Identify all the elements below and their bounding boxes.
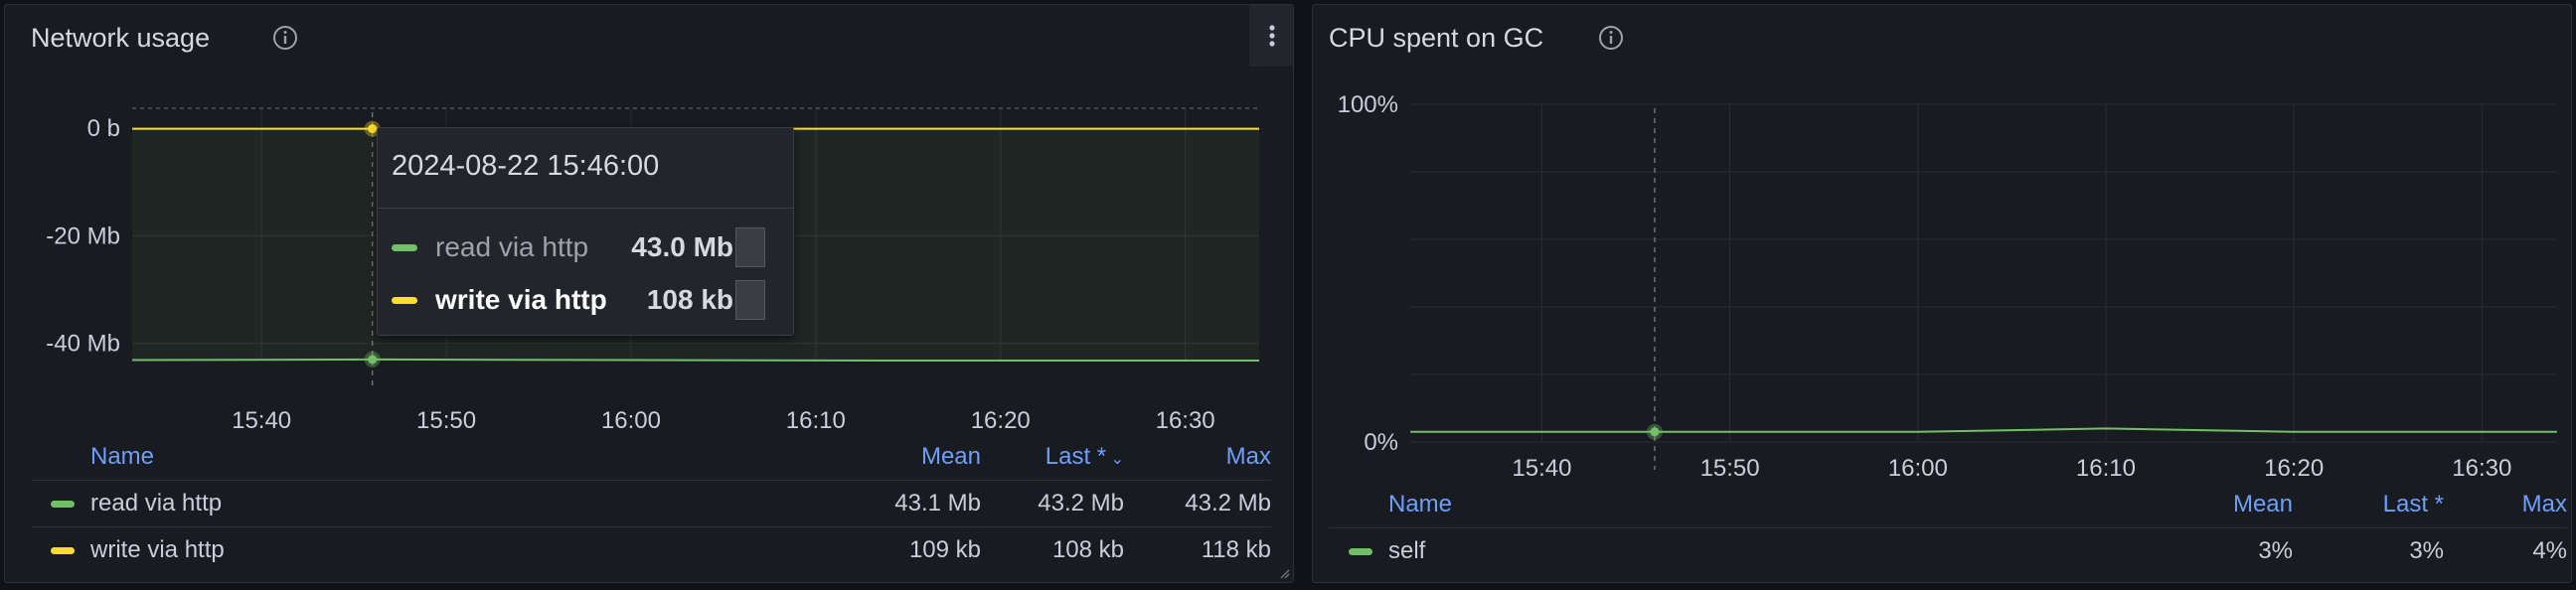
tooltip-row-read: read via http 43.0 Mb [392,225,779,269]
legend-header-last[interactable]: Last * ⌄ [1046,434,1124,483]
tooltip-time: 2024-08-22 15:46:00 [392,150,660,182]
legend-header-name[interactable]: Name [1388,482,1452,527]
legend-mean-value: 109 kb [908,536,981,563]
x-tick-label: 16:00 [1888,455,1948,482]
legend-mean-value: 3% [2258,537,2293,564]
series-swatch [392,244,417,251]
legend-series-name: write via http [90,536,225,563]
legend-last-value: 3% [2409,537,2444,564]
series-swatch [392,297,417,304]
tooltip-series-value: 43.0 Mb [631,231,733,262]
x-tick-label: 16:30 [1156,407,1215,434]
legend-last-value: 43.2 Mb [1038,490,1124,516]
x-tick-label: 15:40 [1512,455,1571,482]
legend-header-max[interactable]: Max [1226,434,1271,480]
series-line [131,358,1259,362]
x-tick-label: 16:10 [786,407,846,434]
y-tick-label: -20 Mb [46,222,120,249]
y-tick-label: -40 Mb [46,331,120,358]
tooltip-series-name: write via http [435,284,607,315]
legend-header-last-label: Last * [1045,443,1107,470]
legend-table: Name Mean Last * Max self 3% 3% 4% [1329,482,2567,575]
legend-header-mean[interactable]: Mean [2233,482,2293,527]
legend-header-name[interactable]: Name [90,434,154,480]
network-usage-panel: Network usage 0 b -20 Mb -40 Mb 15:40 15:50 1… [4,4,1294,583]
y-tick-label: 0% [1364,429,1398,456]
legend-header-mean[interactable]: Mean [921,434,981,480]
tooltip-value-box [735,227,765,267]
legend-max-value: 43.2 Mb [1185,490,1271,516]
legend-max-value: 118 kb [1201,536,1271,563]
legend-last-value: 108 kb [1051,536,1124,563]
legend-row[interactable]: self 3% 3% 4% [1329,527,2567,574]
y-tick-label: 0 b [87,115,120,142]
series-line [1410,427,2557,433]
tooltip-row-write: write via http 108 kb [392,278,779,322]
legend-header-max[interactable]: Max [2522,482,2567,527]
tooltip-series-name: read via http [435,231,589,262]
legend-series-name: read via http [90,490,223,516]
legend-header: Name Mean Last * ⌄ Max [31,434,1271,480]
x-tick-label: 15:50 [416,407,476,434]
hover-point [368,124,378,134]
legend-header-last[interactable]: Last * [2383,482,2444,527]
x-tick-label: 16:00 [601,407,661,434]
legend-table: Name Mean Last * ⌄ Max read via http 43.… [31,434,1271,573]
hover-point [368,355,378,365]
tooltip-value-box [735,280,765,320]
y-tick-label: 100% [1338,91,1398,118]
cpu-chart[interactable]: 100% 0% 15:40 15:50 16:00 16:10 16:20 16:30 [1313,5,2572,492]
chart-tooltip: 2024-08-22 15:46:00 read via http 43.0 M… [377,127,794,336]
x-tick-label: 16:20 [971,407,1031,434]
series-swatch [51,547,75,554]
x-tick-label: 16:10 [2076,455,2136,482]
tooltip-divider [378,208,793,209]
x-tick-label: 15:50 [1700,455,1760,482]
x-tick-label: 16:20 [2264,455,2324,482]
sort-desc-icon: ⌄ [1106,451,1124,468]
x-tick-label: 16:30 [2452,455,2511,482]
cpu-gc-panel: CPU spent on GC 100% 0% 15:40 15:50 16:00 16:… [1312,4,2572,583]
series-swatch [51,501,75,508]
legend-header: Name Mean Last * Max [1329,482,2567,527]
x-tick-label: 15:40 [232,407,291,434]
tooltip-series-value: 108 kb [646,284,733,315]
legend-mean-value: 43.1 Mb [894,490,981,516]
series-swatch [1349,548,1372,555]
legend-row[interactable]: write via http 109 kb 108 kb 118 kb [31,526,1271,573]
resize-handle-icon[interactable] [1278,567,1290,579]
legend-max-value: 4% [2532,537,2567,564]
legend-row[interactable]: read via http 43.1 Mb 43.2 Mb 43.2 Mb [31,480,1271,526]
hover-point [1650,427,1660,437]
legend-series-name: self [1388,537,1426,564]
